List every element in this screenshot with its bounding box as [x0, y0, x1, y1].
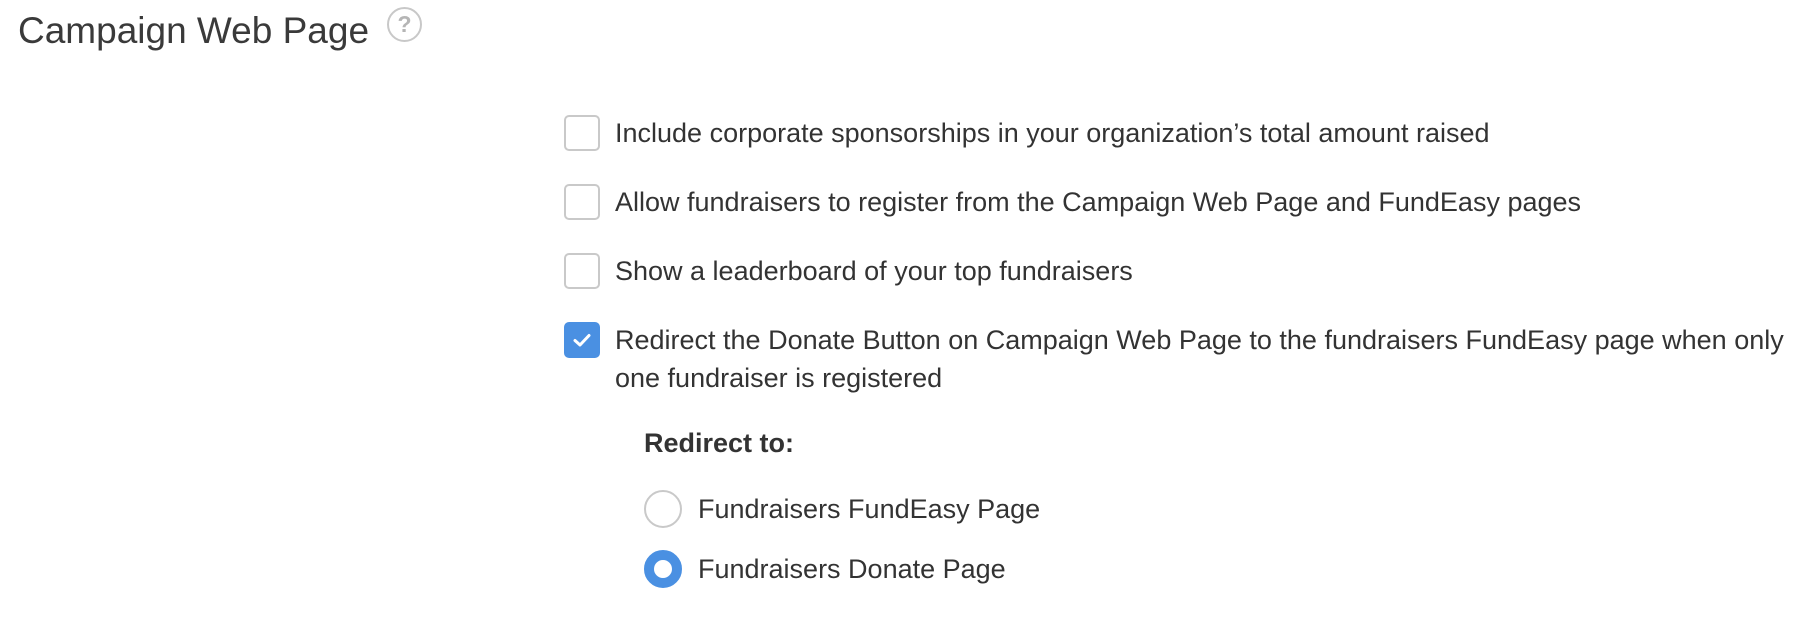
- option-label[interactable]: Show a leaderboard of your top fundraise…: [615, 252, 1133, 290]
- option-label[interactable]: Include corporate sponsorships in your o…: [615, 114, 1490, 152]
- option-leaderboard[interactable]: Show a leaderboard of your top fundraise…: [564, 253, 1133, 290]
- option-corporate-sponsorships[interactable]: Include corporate sponsorships in your o…: [564, 115, 1490, 152]
- option-redirect-donate[interactable]: Redirect the Donate Button on Campaign W…: [564, 322, 1810, 397]
- checkbox-corporate-sponsorships[interactable]: [564, 115, 600, 151]
- radio-label[interactable]: Fundraisers FundEasy Page: [698, 490, 1040, 528]
- help-icon-glyph: ?: [397, 10, 412, 37]
- help-icon[interactable]: ?: [387, 6, 423, 42]
- redirect-section: Redirect to: Fundraisers FundEasy Page F…: [644, 425, 1040, 588]
- page-title: Campaign Web Page: [18, 10, 370, 51]
- radio-donate[interactable]: [644, 550, 682, 588]
- radio-label[interactable]: Fundraisers Donate Page: [698, 550, 1006, 588]
- redirect-heading: Redirect to:: [644, 428, 795, 458]
- checkmark-icon: [573, 334, 591, 347]
- checkbox-redirect-donate[interactable]: [564, 322, 600, 358]
- checkbox-allow-registration[interactable]: [564, 184, 600, 220]
- checkbox-leaderboard[interactable]: [564, 253, 600, 289]
- page-header: Campaign Web Page ?: [18, 6, 423, 54]
- radio-option-fundeasy[interactable]: Fundraisers FundEasy Page: [644, 490, 1040, 528]
- option-allow-registration[interactable]: Allow fundraisers to register from the C…: [564, 184, 1581, 221]
- option-label[interactable]: Redirect the Donate Button on Campaign W…: [615, 321, 1810, 397]
- option-label[interactable]: Allow fundraisers to register from the C…: [615, 183, 1581, 221]
- radio-fundeasy[interactable]: [644, 490, 682, 528]
- radio-option-donate[interactable]: Fundraisers Donate Page: [644, 550, 1006, 588]
